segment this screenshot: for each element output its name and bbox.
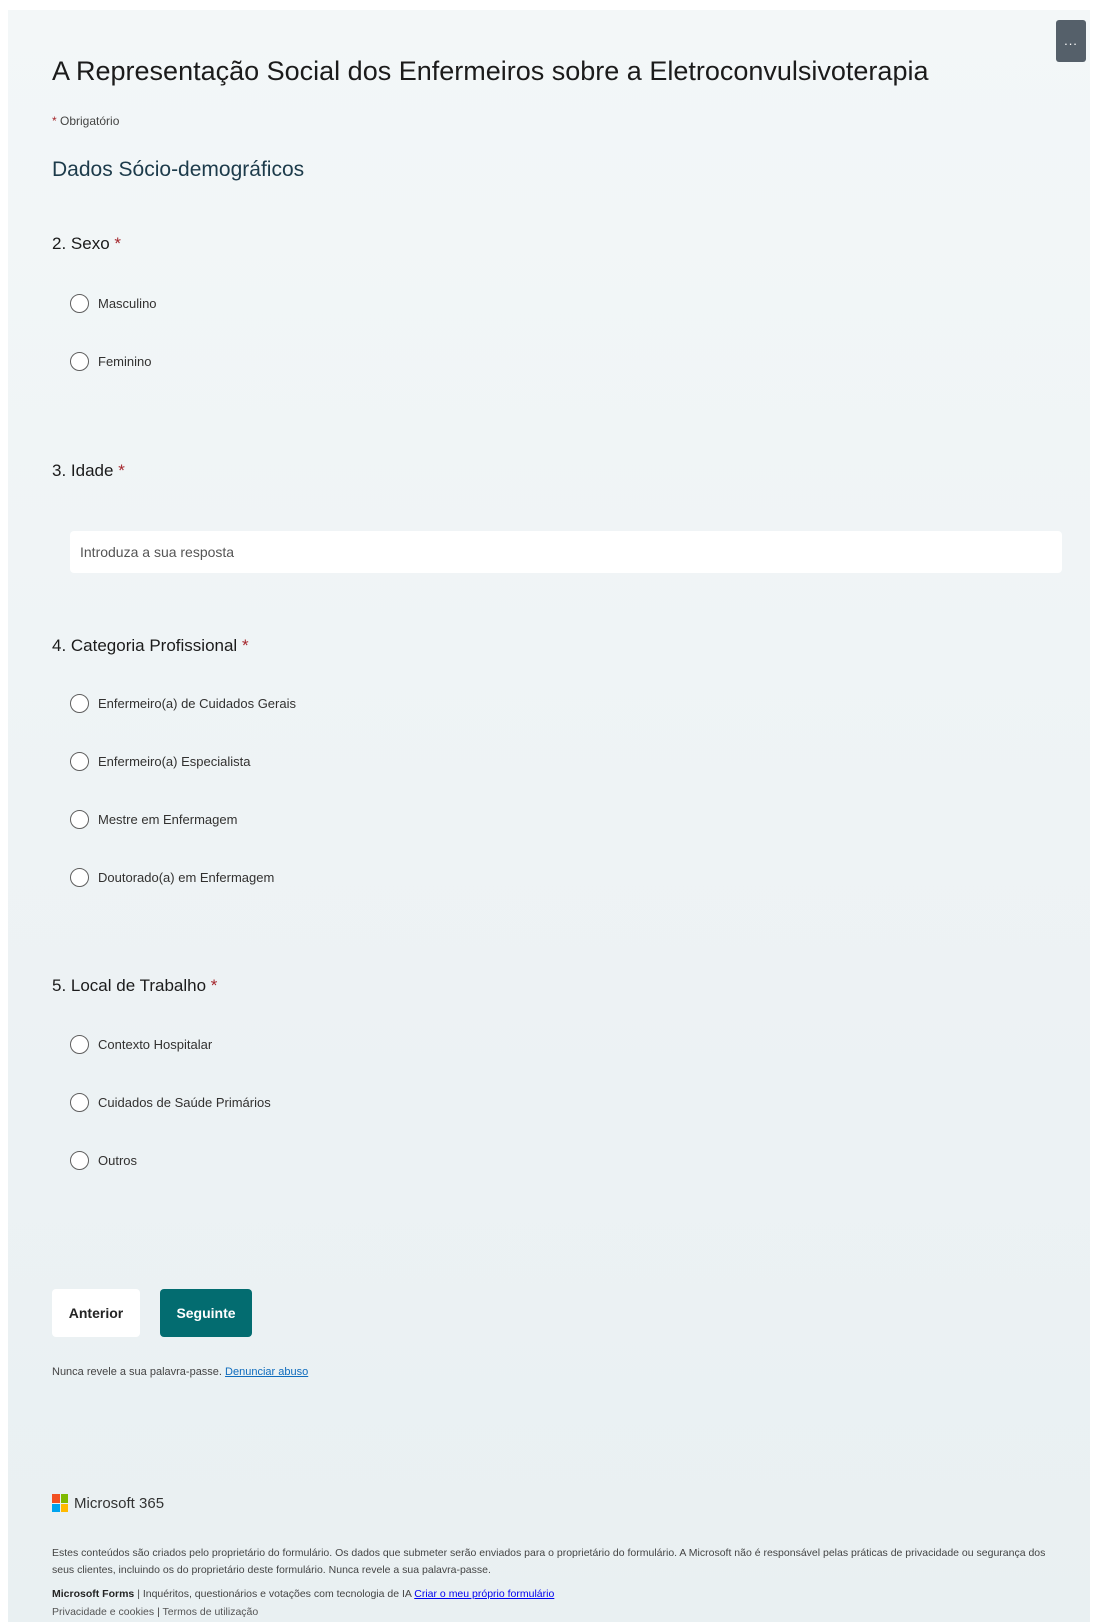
question-label: 2. Sexo <box>52 234 110 253</box>
radio-button[interactable] <box>70 809 89 829</box>
required-star: * <box>114 234 122 253</box>
option-label: Feminino <box>98 353 152 369</box>
forms-description: | Inquéritos, questionários e votações c… <box>137 1588 412 1600</box>
footer-forms-line: Microsoft Forms | Inquéritos, questionár… <box>52 1588 554 1600</box>
radio-option-doutorado[interactable]: Doutorado(a) em Enfermagem <box>70 866 274 888</box>
form-title: A Representação Social dos Enfermeiros s… <box>52 56 929 86</box>
radio-button[interactable] <box>70 293 89 313</box>
password-warning-text: Nunca revele a sua palavra-passe. <box>52 1366 222 1378</box>
radio-button[interactable] <box>70 1034 89 1054</box>
option-label: Cuidados de Saúde Primários <box>98 1094 271 1110</box>
question-label: 5. Local de Trabalho <box>52 976 207 995</box>
radio-option-cuidados-gerais[interactable]: Enfermeiro(a) de Cuidados Gerais <box>70 692 296 714</box>
footer-separator: | <box>157 1606 160 1618</box>
radio-button[interactable] <box>70 1150 89 1170</box>
create-form-link[interactable]: Criar o meu próprio formulário <box>414 1588 554 1600</box>
required-star: * <box>241 636 249 655</box>
section-title: Dados Sócio-demográficos <box>52 158 305 181</box>
required-note: * Obrigatório <box>52 114 119 128</box>
question-label: 4. Categoria Profissional <box>52 636 238 655</box>
microsoft-logo-icon <box>52 1494 68 1512</box>
required-star: * <box>118 461 125 480</box>
footer-disclaimer: Estes conteúdos são criados pelo proprie… <box>52 1547 1046 1576</box>
radio-option-outros[interactable]: Outros <box>70 1149 137 1171</box>
more-options-button[interactable]: ... <box>1056 20 1086 62</box>
radio-option-contexto-hospitalar[interactable]: Contexto Hospitalar <box>70 1033 212 1055</box>
option-label: Mestre em Enfermagem <box>98 811 238 827</box>
option-label: Outros <box>98 1152 138 1168</box>
privacy-link[interactable]: Privacidade e cookies <box>52 1606 154 1618</box>
terms-link[interactable]: Termos de utilização <box>163 1606 259 1618</box>
back-button[interactable]: Anterior <box>52 1289 140 1337</box>
microsoft-365-label: Microsoft 365 <box>74 1494 165 1512</box>
option-label: Enfermeiro(a) Especialista <box>98 753 251 769</box>
radio-option-masculino[interactable]: Masculino <box>70 292 157 314</box>
next-button[interactable]: Seguinte <box>160 1289 252 1337</box>
footer-legal-links: Privacidade e cookies | Termos de utiliz… <box>52 1606 258 1618</box>
form-container: ... A Representação Social dos Enfermeir… <box>8 10 1090 1622</box>
password-warning: Nunca revele a sua palavra-passe. Denunc… <box>52 1366 308 1378</box>
forms-brand: Microsoft Forms <box>52 1588 135 1600</box>
radio-button[interactable] <box>70 351 89 371</box>
question-local-de-trabalho: 5. Local de Trabalho * <box>52 976 217 996</box>
required-star: * <box>210 976 218 995</box>
microsoft-365-logo: Microsoft 365 <box>52 1494 164 1512</box>
option-label: Enfermeiro(a) de Cuidados Gerais <box>98 695 296 711</box>
option-label: Contexto Hospitalar <box>98 1036 213 1052</box>
radio-button[interactable] <box>70 693 89 713</box>
idade-input[interactable] <box>70 531 1062 573</box>
question-sexo: 2. Sexo * <box>52 234 121 254</box>
radio-option-mestre[interactable]: Mestre em Enfermagem <box>70 808 237 830</box>
required-star: * <box>52 114 57 128</box>
question-idade: 3. Idade * <box>52 461 125 481</box>
radio-button[interactable] <box>70 751 89 771</box>
radio-button[interactable] <box>70 867 89 887</box>
radio-option-especialista[interactable]: Enfermeiro(a) Especialista <box>70 750 250 772</box>
radio-button[interactable] <box>70 1092 89 1112</box>
radio-option-cuidados-primarios[interactable]: Cuidados de Saúde Primários <box>70 1091 271 1113</box>
question-categoria-profissional: 4. Categoria Profissional * <box>52 636 249 656</box>
question-label: 3. Idade <box>52 461 114 480</box>
option-label: Masculino <box>98 295 157 311</box>
option-label: Doutorado(a) em Enfermagem <box>98 869 275 885</box>
required-label: Obrigatório <box>60 114 120 128</box>
report-abuse-link[interactable]: Denunciar abuso <box>225 1366 308 1378</box>
radio-option-feminino[interactable]: Feminino <box>70 350 151 372</box>
